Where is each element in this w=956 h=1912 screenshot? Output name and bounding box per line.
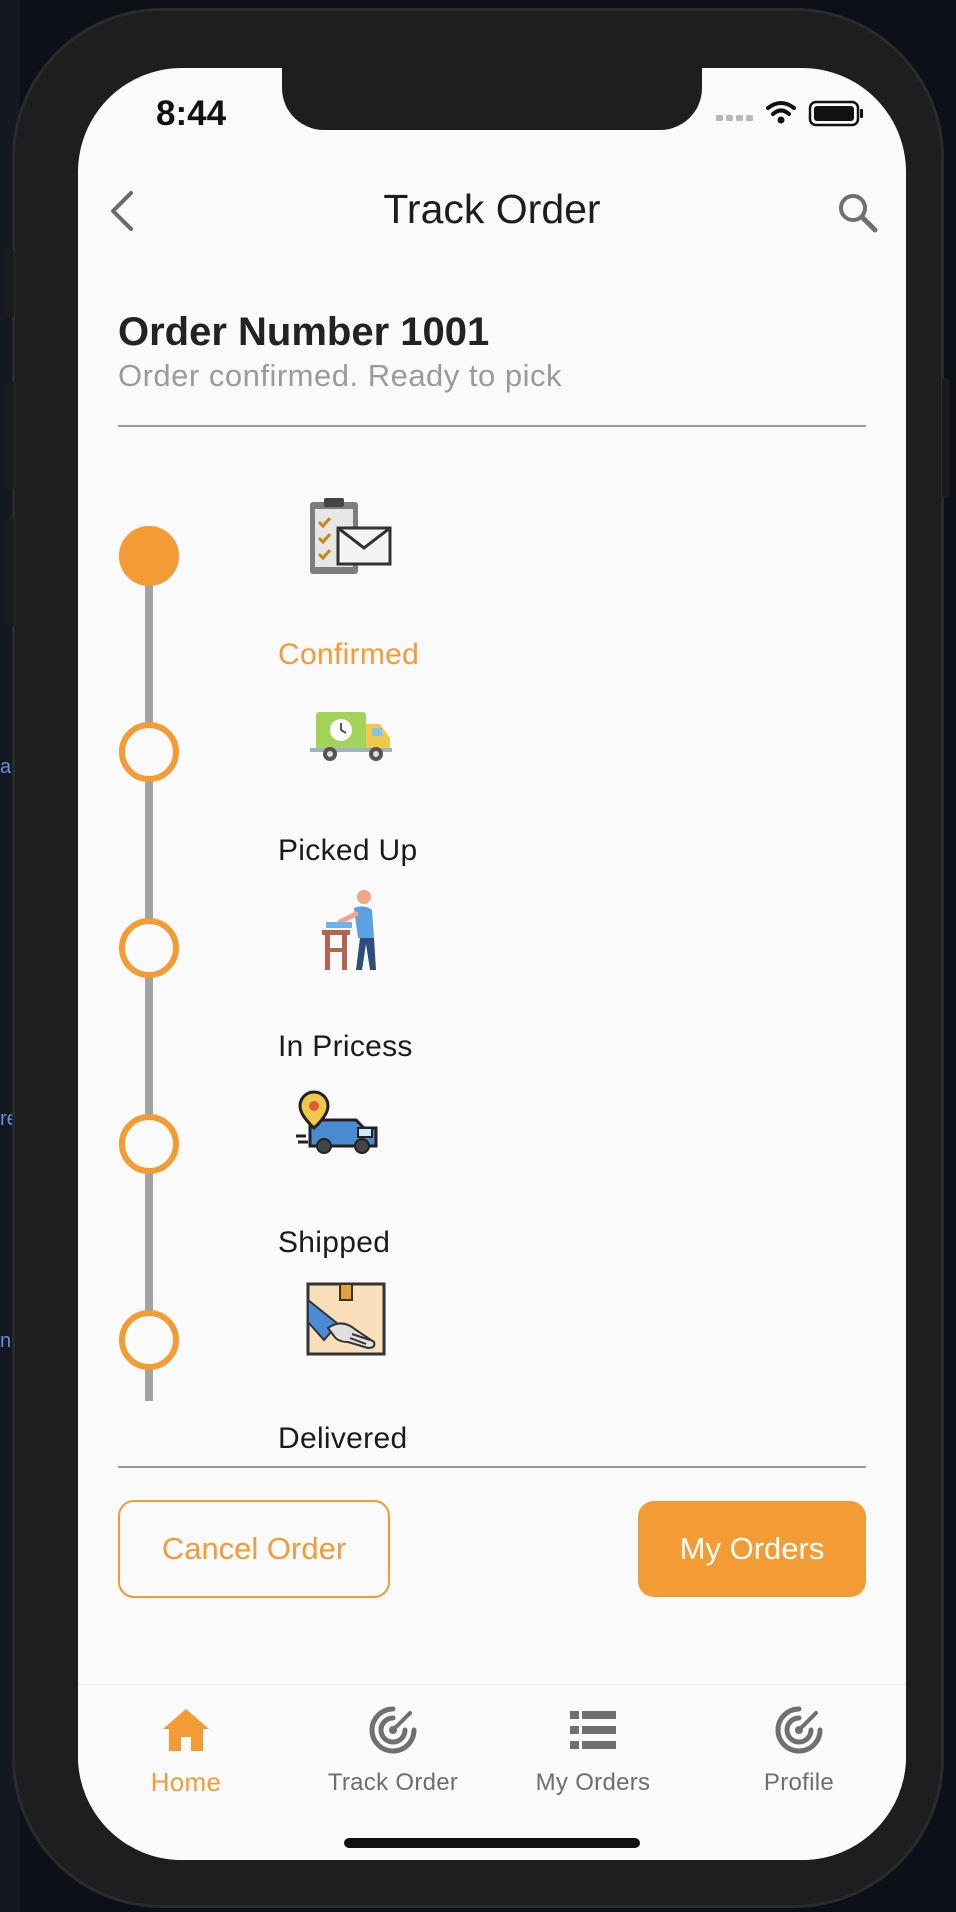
divider [118,425,866,427]
search-icon [839,194,878,233]
bottom-navigation: Home Track Order My Orders Profile [78,1684,906,1860]
status-icons [716,98,866,128]
search-button[interactable] [836,191,880,235]
profile-radar-icon [775,1706,823,1754]
step-label-shipped: Shipped [278,1226,391,1259]
wifi-icon [766,101,796,116]
timeline-dot-delivered [119,1310,179,1370]
nav-item-home[interactable]: Home [96,1705,276,1798]
background-fragment: a [0,756,12,778]
clipboard-envelope-icon [308,496,392,581]
step-label-picked-up: Picked Up [278,834,418,867]
nav-label-track-order: Track Order [327,1769,459,1796]
my-orders-button[interactable]: My Orders [638,1501,866,1597]
person-packing-icon [322,888,386,977]
battery-icon [808,100,863,127]
hand-package-icon [304,1280,388,1363]
app-screen: 8:44 Track Order Order Number 1001 Order… [78,68,906,1860]
timeline-dot-shipped [119,1114,179,1174]
phone-frame: 8:44 Track Order Order Number 1001 Order… [6,8,950,1908]
track-radar-icon [369,1706,417,1754]
nav-label-my-orders: My Orders [535,1769,651,1796]
step-label-confirmed: Confirmed [278,638,420,671]
timeline-dot-in-process [119,918,179,978]
cellular-signal-icon [716,115,753,121]
van-location-icon [296,1090,380,1159]
home-icon [163,1709,209,1751]
nav-item-track-order[interactable]: Track Order [303,1705,483,1797]
nav-label-profile: Profile [763,1769,835,1796]
divider [118,1466,866,1468]
step-label-delivered: Delivered [278,1422,408,1455]
home-indicator [344,1838,640,1848]
timeline-dot-picked-up [119,722,179,782]
delivery-truck-clock-icon [310,708,394,769]
order-status-text: Order confirmed. Ready to pick [118,358,563,393]
timeline-line [145,555,153,1401]
notch [282,68,702,130]
list-icon [570,1711,616,1749]
nav-item-my-orders[interactable]: My Orders [503,1705,683,1797]
status-time: 8:44 [156,94,227,133]
timeline-dot-confirmed [119,526,179,586]
nav-label-home: Home [150,1767,222,1797]
order-number: Order Number 1001 [118,310,490,354]
cancel-order-button[interactable]: Cancel Order [118,1500,390,1598]
nav-item-profile[interactable]: Profile [709,1705,889,1797]
page-title: Track Order [383,186,601,232]
step-label-in-process: In Pricess [278,1030,413,1063]
